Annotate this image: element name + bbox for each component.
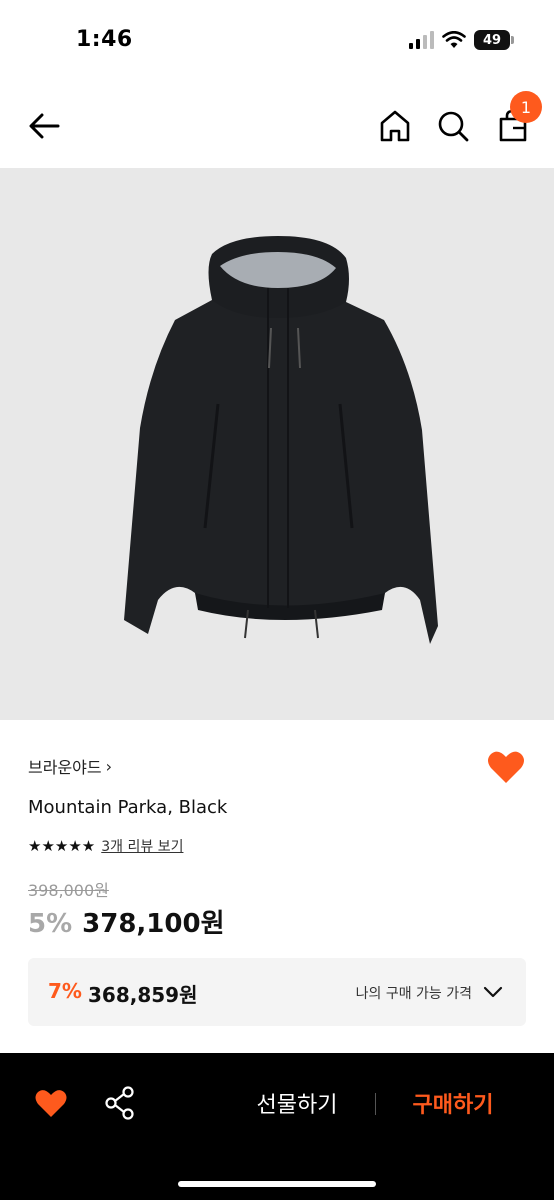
button-divider — [375, 1093, 376, 1115]
product-name: Mountain Parka, Black — [28, 797, 228, 818]
gift-button[interactable]: 선물하기 — [234, 1085, 360, 1121]
my-price-box[interactable]: 7% 368,859원 나의 구매 가능 가격 — [28, 958, 526, 1026]
discount-rate: 5% — [28, 909, 73, 939]
status-time: 1:46 — [76, 27, 133, 52]
rating-row: ★★★★★ 3개 리뷰 보기 — [28, 836, 183, 856]
my-discount-rate: 7% — [48, 979, 82, 1003]
cart-count-badge: 1 — [510, 91, 542, 123]
chevron-down-icon[interactable] — [482, 982, 504, 1002]
review-link[interactable]: 3개 리뷰 보기 — [101, 836, 183, 856]
bottom-action-bar: 선물하기 구매하기 — [0, 1053, 554, 1200]
parka-image — [124, 236, 438, 644]
status-icons: 49 — [408, 30, 514, 50]
home-indicator[interactable] — [178, 1181, 376, 1187]
rating-stars: ★★★★★ — [28, 837, 96, 855]
price-row: 5% 378,100원 — [28, 903, 225, 940]
home-icon[interactable] — [376, 106, 414, 146]
status-bar: 1:46 49 — [0, 0, 554, 84]
share-icon[interactable] — [104, 1085, 136, 1121]
heart-icon[interactable] — [34, 1087, 68, 1119]
cellular-signal-icon — [409, 31, 434, 49]
wifi-icon — [442, 31, 466, 48]
buy-button[interactable]: 구매하기 — [394, 1085, 512, 1121]
battery-indicator: 49 — [474, 30, 514, 50]
back-arrow-icon[interactable] — [26, 106, 66, 146]
wishlist-heart-icon[interactable] — [486, 748, 526, 786]
my-price: 368,859원 — [88, 983, 198, 1007]
chevron-right-icon: › — [105, 756, 113, 776]
search-icon[interactable] — [434, 106, 472, 146]
product-image[interactable] — [0, 168, 554, 720]
brand-link[interactable]: 브라운야드 › — [28, 754, 112, 778]
sale-price: 378,100원 — [82, 909, 225, 939]
top-nav: 1 — [0, 84, 554, 168]
battery-level: 49 — [482, 32, 502, 48]
brand-name: 브라운야드 — [28, 758, 102, 777]
original-price: 398,000원 — [28, 881, 109, 900]
my-price-label: 나의 구매 가능 가격 — [355, 986, 472, 1002]
